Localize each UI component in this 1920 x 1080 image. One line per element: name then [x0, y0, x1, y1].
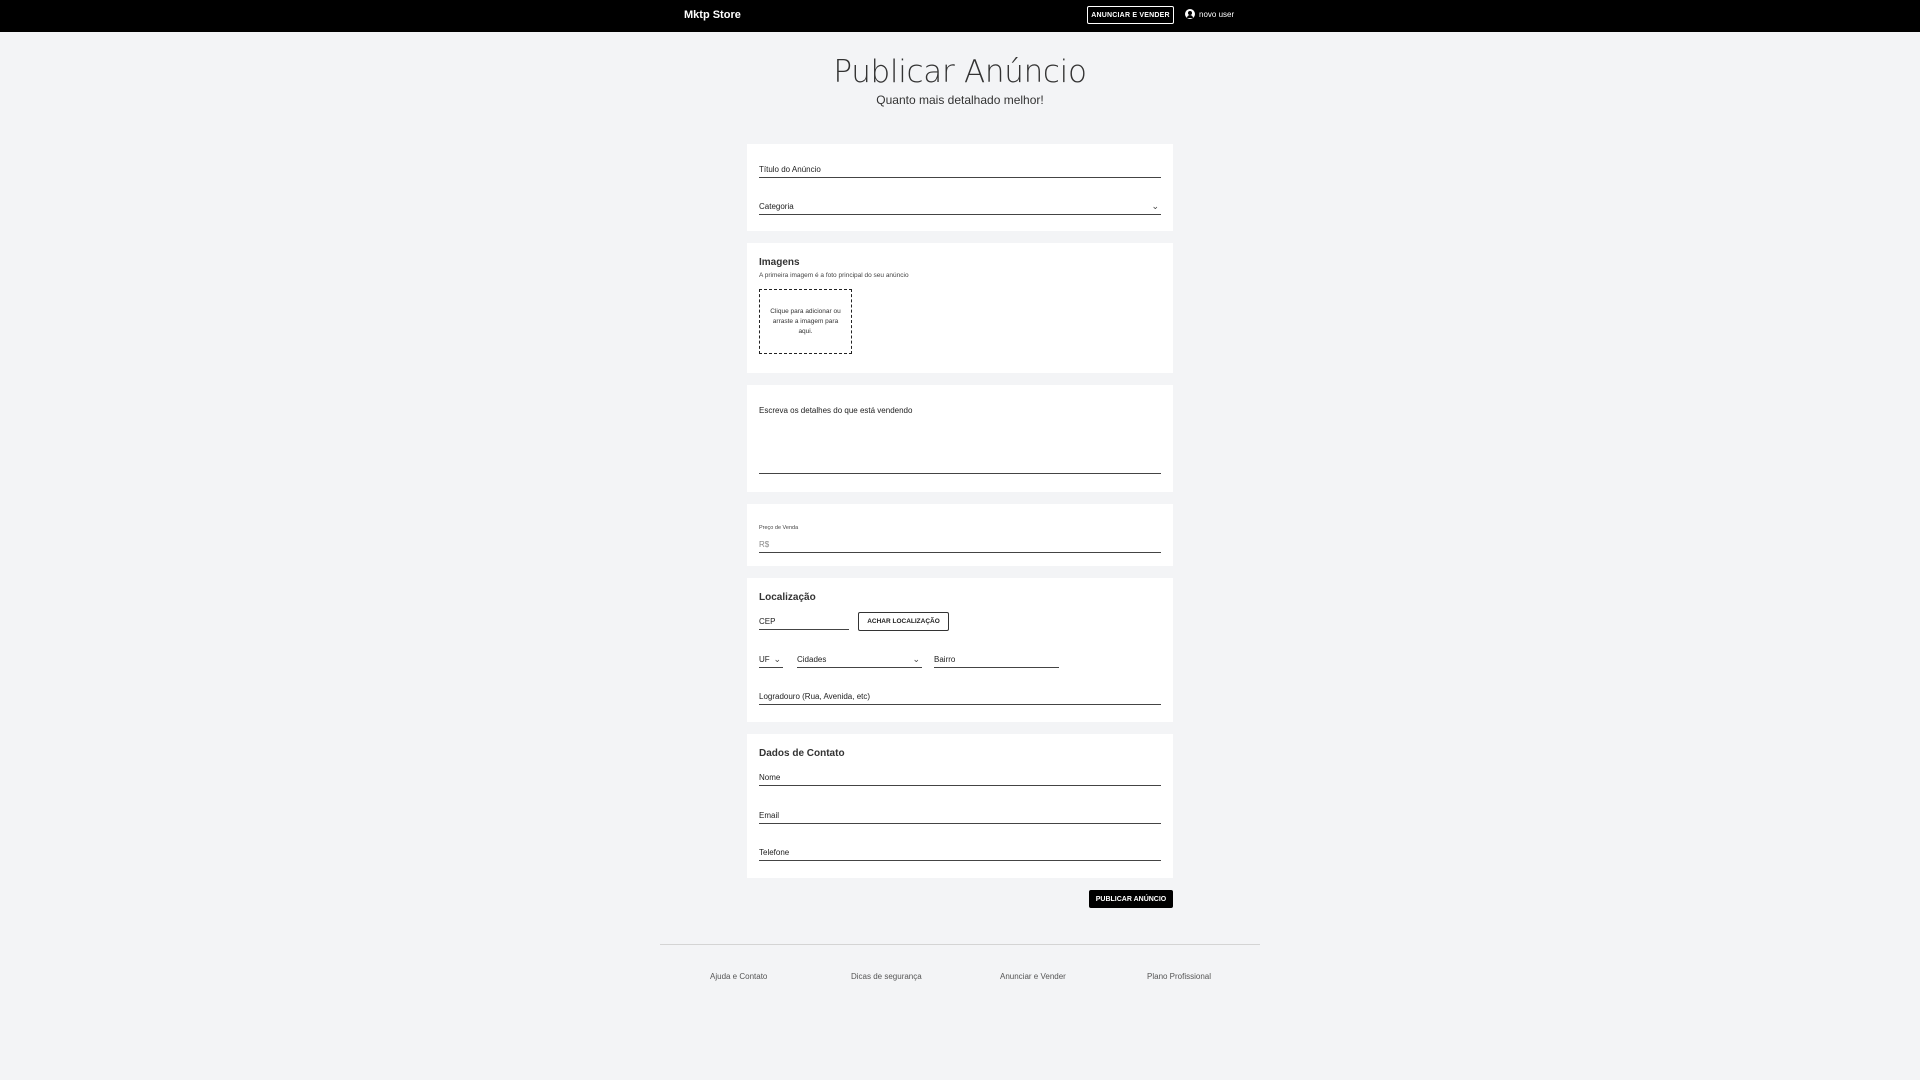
brand-logo[interactable]: Mktp Store [684, 9, 741, 21]
footer-divider [660, 944, 1260, 945]
cep-input[interactable]: CEP [759, 617, 849, 630]
footer-link-sell[interactable]: Anunciar e Vender [1000, 972, 1066, 981]
footer-link-help[interactable]: Ajuda e Contato [710, 972, 767, 981]
name-label: Nome [759, 773, 781, 782]
sell-button[interactable]: ANUNCIAR E VENDER [1087, 6, 1174, 24]
location-heading: Localização [759, 592, 816, 603]
images-heading: Imagens [759, 257, 800, 268]
phone-input[interactable]: Telefone [759, 848, 1161, 861]
price-input[interactable]: R$ [759, 540, 1161, 553]
images-hint: A primeira imagem é a foto principal do … [759, 272, 909, 279]
ad-title-label: Título do Anúncio [759, 165, 821, 174]
uf-label: UF [759, 655, 770, 664]
price-card: Preço de Venda R$ [747, 504, 1173, 566]
find-location-button[interactable]: ACHAR LOCALIZAÇÃO [858, 612, 949, 631]
price-label: Preço de Venda [759, 525, 799, 531]
footer-link-pro-plan[interactable]: Plano Profissional [1147, 972, 1211, 981]
uf-select[interactable]: UF [759, 654, 783, 668]
footer-link-safety[interactable]: Dicas de segurança [851, 972, 922, 981]
user-menu[interactable]: novo user [1185, 9, 1234, 19]
page-title: Publicar Anúncio [833, 54, 1087, 90]
contact-heading: Dados de Contato [759, 748, 845, 759]
ad-title-input[interactable]: Título do Anúncio [759, 165, 1161, 178]
email-input[interactable]: Email [759, 811, 1161, 824]
street-label: Logradouro (Rua, Avenida, etc) [759, 692, 871, 701]
name-input[interactable]: Nome [759, 773, 1161, 786]
upload-text: Clique para adicionar ou arraste a image… [770, 307, 841, 335]
category-label: Categoria [759, 202, 794, 211]
cep-label: CEP [759, 617, 776, 626]
street-input[interactable]: Logradouro (Rua, Avenida, etc) [759, 692, 1161, 705]
publish-ad-button[interactable]: PUBLICAR ANÚNCIO [1089, 890, 1173, 908]
phone-label: Telefone [759, 848, 790, 857]
email-label: Email [759, 811, 780, 820]
account-icon [1185, 9, 1195, 19]
images-card: Imagens A primeira imagem é a foto princ… [747, 243, 1173, 373]
category-select[interactable]: Categoria [759, 201, 1161, 215]
city-label: Cidades [797, 655, 827, 664]
user-name: novo user [1199, 9, 1235, 19]
location-card: Localização CEP ACHAR LOCALIZAÇÃO UF Cid… [747, 578, 1173, 722]
district-input[interactable]: Bairro [934, 655, 1059, 668]
city-select[interactable]: Cidades [797, 654, 922, 668]
district-label: Bairro [934, 655, 956, 664]
contact-card: Dados de Contato Nome Email Telefone [747, 734, 1173, 878]
description-textarea[interactable]: Escreva os detalhes do que está vendendo [759, 406, 1161, 474]
description-card: Escreva os detalhes do que está vendendo [747, 385, 1173, 492]
image-upload-dropzone[interactable]: Clique para adicionar ou arraste a image… [759, 289, 852, 354]
top-navbar: Mktp Store ANUNCIAR E VENDER novo user [0, 0, 1920, 32]
price-prefix: R$ [759, 540, 770, 549]
description-label: Escreva os detalhes do que está vendendo [759, 406, 913, 415]
page-subtitle: Quanto mais detalhado melhor! [876, 93, 1044, 107]
basic-info-card: Título do Anúncio Categoria [747, 144, 1173, 231]
